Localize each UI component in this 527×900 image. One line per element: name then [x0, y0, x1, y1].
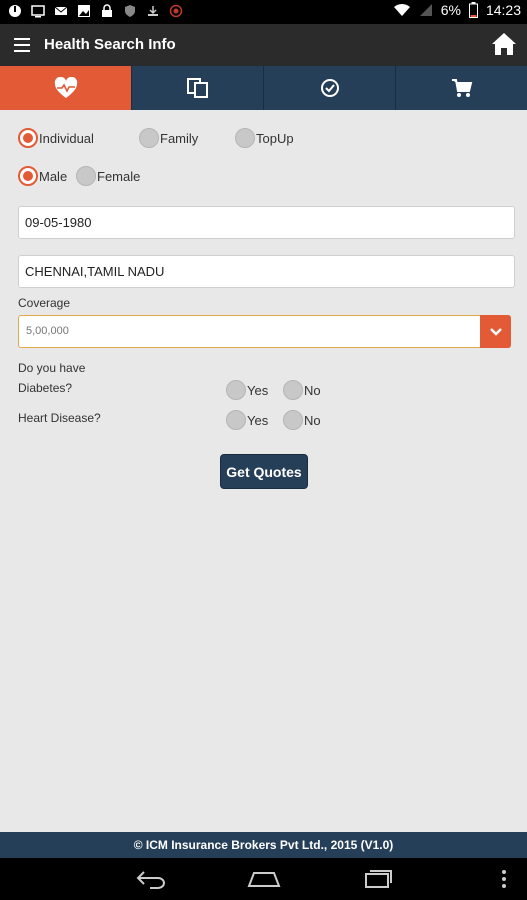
diabetes-no-radio[interactable]: No: [283, 380, 321, 400]
status-bar: 6% 14:23: [0, 0, 527, 24]
tab-bar: [0, 66, 527, 110]
documents-icon: [186, 78, 208, 98]
copyright-footer: © ICM Insurance Brokers Pvt Ltd., 2015 (…: [0, 832, 527, 858]
question-intro: Do you have: [18, 361, 86, 375]
chevron-down-icon: [489, 327, 502, 336]
radio-unselected-icon: [283, 410, 303, 430]
radio-unselected-icon: [226, 380, 246, 400]
overflow-menu-icon[interactable]: [501, 869, 507, 889]
radio-label: Individual: [39, 130, 94, 146]
diabetes-label: Diabetes?: [18, 381, 73, 395]
heart-disease-options: Yes No: [226, 410, 321, 430]
page-title: Health Search Info: [44, 36, 176, 53]
wifi-icon: [393, 3, 410, 17]
power-icon: [9, 5, 21, 17]
system-nav-bar: [0, 858, 527, 900]
clock: 14:23: [485, 2, 521, 18]
heart-disease-label: Heart Disease?: [18, 411, 101, 425]
dob-field[interactable]: 09-05-1980: [18, 206, 515, 239]
heart-no-radio[interactable]: No: [283, 410, 321, 430]
app-bar: Health Search Info: [0, 24, 527, 66]
coverage-value: 5,00,000: [26, 325, 69, 337]
radio-male[interactable]: Male: [18, 166, 76, 186]
radio-label: Family: [160, 130, 199, 146]
check-circle-icon: [320, 79, 339, 97]
radio-selected-icon: [18, 166, 38, 186]
tab-cart[interactable]: [395, 66, 527, 110]
radio-female[interactable]: Female: [76, 166, 140, 186]
radio-label: No: [304, 412, 321, 428]
diabetes-yes-radio[interactable]: Yes: [226, 380, 283, 400]
gender-group: Male Female: [18, 166, 140, 186]
signal-icon: [419, 4, 432, 16]
shield-icon: [125, 5, 135, 17]
lock-icon: [102, 4, 112, 17]
image-icon: [78, 5, 90, 17]
home-icon[interactable]: [491, 32, 517, 56]
radio-unselected-icon: [235, 128, 255, 148]
radio-label: Yes: [247, 382, 269, 398]
download-icon: [148, 6, 158, 16]
home-nav-icon[interactable]: [246, 869, 282, 889]
radio-individual[interactable]: Individual: [18, 128, 139, 148]
coverage-dropdown-button[interactable]: [480, 315, 511, 348]
plan-type-group: Individual Family TopUp: [18, 128, 294, 148]
health-heart-icon: [54, 77, 77, 98]
radio-unselected-icon: [283, 380, 303, 400]
radio-unselected-icon: [139, 128, 159, 148]
diabetes-options: Yes No: [226, 380, 321, 400]
radio-label: No: [304, 382, 321, 398]
recent-apps-icon[interactable]: [362, 869, 394, 889]
notification-icons: [8, 4, 183, 18]
screen-icon: [31, 5, 45, 18]
radio-family[interactable]: Family: [139, 128, 235, 148]
coverage-label: Coverage: [18, 296, 71, 310]
battery-icon: [468, 2, 478, 18]
mail-icon: [54, 6, 68, 15]
radio-label: Female: [97, 168, 141, 184]
heart-yes-radio[interactable]: Yes: [226, 410, 283, 430]
coverage-select[interactable]: 5,00,000: [18, 315, 511, 348]
radio-topup[interactable]: TopUp: [235, 128, 294, 148]
system-indicators: 6% 14:23: [393, 2, 521, 18]
get-quotes-button[interactable]: Get Quotes: [220, 454, 308, 489]
radio-label: TopUp: [256, 130, 294, 146]
tab-documents[interactable]: [131, 66, 263, 110]
radio-unselected-icon: [226, 410, 246, 430]
cart-icon: [451, 79, 472, 97]
battery-percent: 6%: [440, 2, 461, 18]
radio-label: Yes: [247, 412, 269, 428]
location-field[interactable]: CHENNAI,TAMIL NADU: [18, 255, 515, 288]
radio-selected-icon: [18, 128, 38, 148]
radio-label: Male: [39, 168, 68, 184]
back-icon[interactable]: [136, 869, 168, 889]
radio-unselected-icon: [76, 166, 96, 186]
tab-health[interactable]: [0, 66, 131, 110]
record-icon: [169, 4, 183, 18]
tab-confirm[interactable]: [263, 66, 395, 110]
menu-icon[interactable]: [14, 38, 30, 52]
